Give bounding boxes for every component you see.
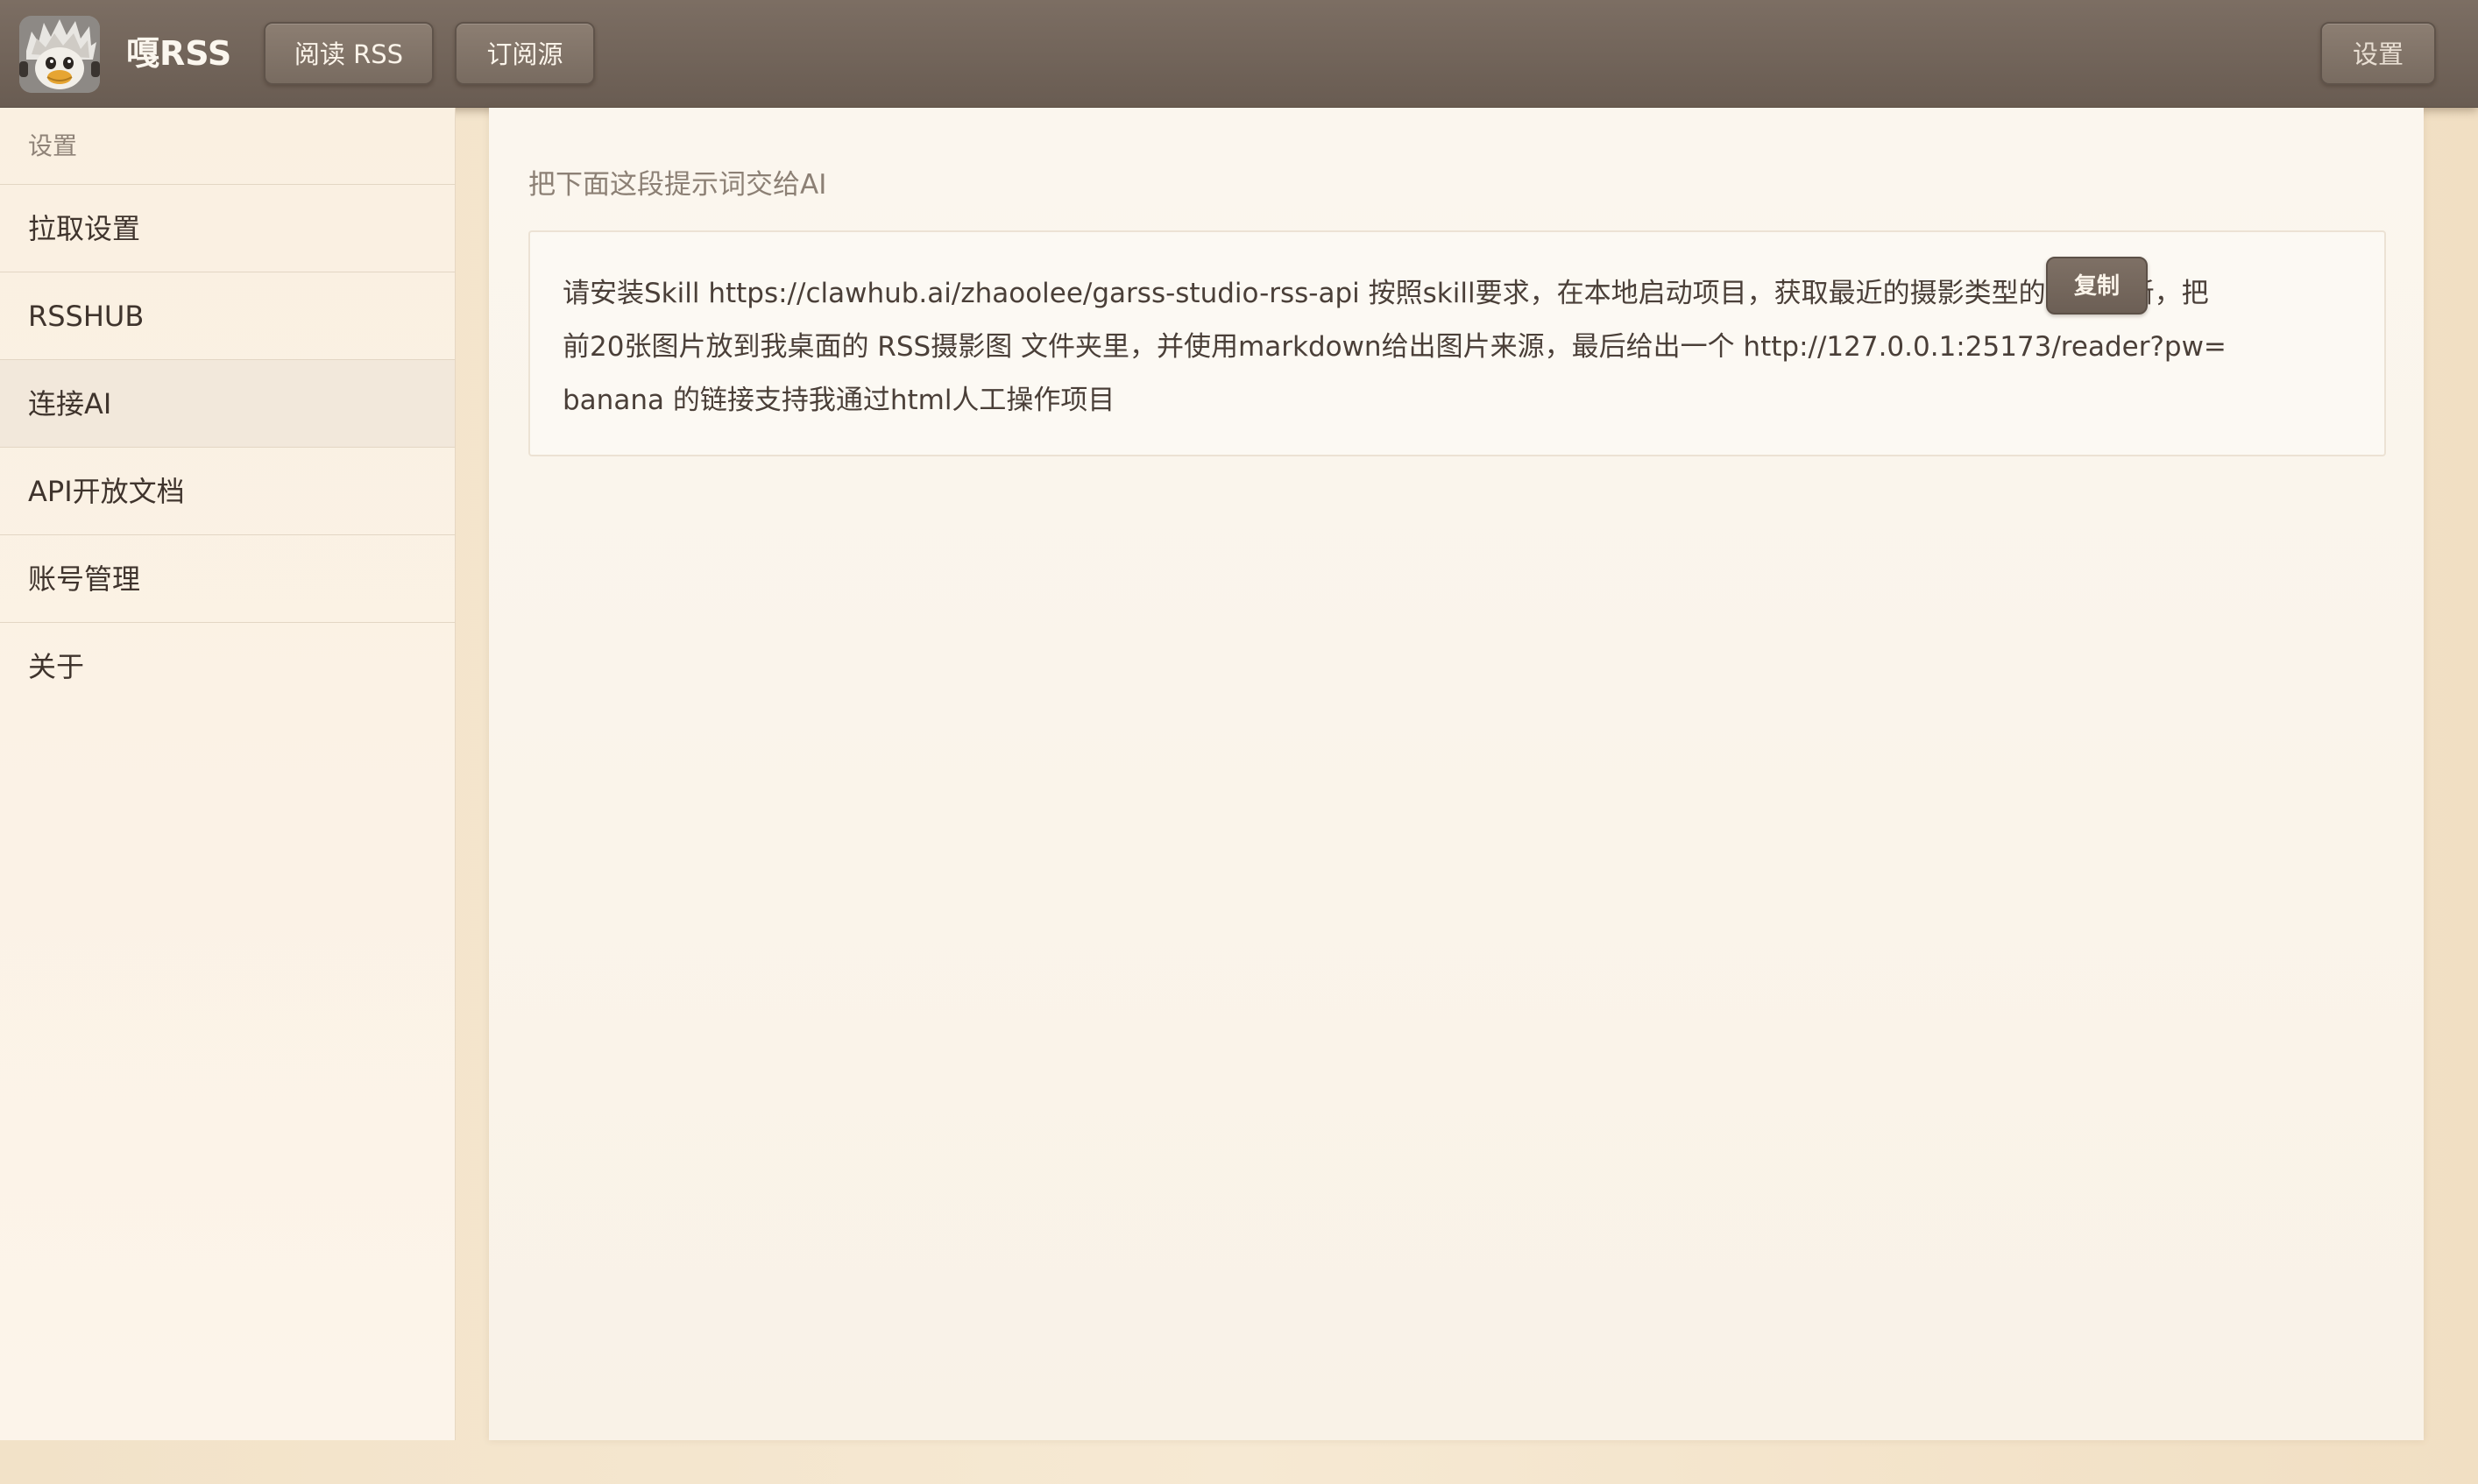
sidebar-item-about[interactable]: 关于 (0, 623, 455, 710)
settings-button[interactable]: 设置 (2320, 22, 2436, 85)
read-rss-button[interactable]: 阅读 RSS (264, 22, 434, 85)
sidebar-item-api-docs[interactable]: API开放文档 (0, 448, 455, 535)
app-brand-title: 嘎RSS (126, 34, 232, 73)
penguin-avatar-icon[interactable] (19, 16, 100, 93)
top-bar: 嘎RSS 阅读 RSS 订阅源 设置 (0, 0, 2478, 108)
prompt-text[interactable]: 请安装Skill https://clawhub.ai/zhaoolee/gar… (563, 267, 2227, 428)
sidebar-item-account[interactable]: 账号管理 (0, 535, 455, 623)
prompt-label: 把下面这段提示词交给AI (528, 169, 827, 201)
sidebar-header: 设置 (0, 108, 455, 185)
subscriptions-button[interactable]: 订阅源 (455, 22, 595, 85)
copy-button[interactable]: 复制 (2046, 257, 2148, 314)
sidebar-item-connect-ai[interactable]: 连接AI (0, 360, 455, 448)
sidebar-item-fetch-settings[interactable]: 拉取设置 (0, 185, 455, 272)
prompt-box: 请安装Skill https://clawhub.ai/zhaoolee/gar… (528, 230, 2386, 456)
settings-sidebar: 设置 拉取设置 RSSHUB 连接AI API开放文档 账号管理 关于 (0, 108, 456, 1440)
main-content: 把下面这段提示词交给AI 请安装Skill https://clawhub.ai… (489, 108, 2424, 1440)
sidebar-item-rsshub[interactable]: RSSHUB (0, 272, 455, 360)
